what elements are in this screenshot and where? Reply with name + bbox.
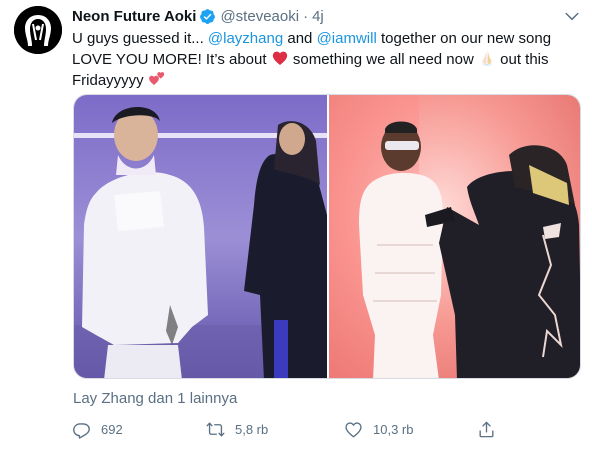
- liked-by-text[interactable]: Lay Zhang dan 1 lainnya: [73, 390, 237, 407]
- text-segment: Fridayyyyy: [72, 72, 148, 89]
- avatar-logo: [14, 6, 62, 54]
- reply-button[interactable]: 692: [72, 417, 123, 441]
- reply-count: 692: [101, 421, 123, 437]
- text-segment: something we all need now: [288, 51, 478, 68]
- text-segment: LOVE YOU MORE! It’s about: [72, 51, 271, 68]
- separator-dot: ·: [303, 7, 309, 25]
- text-segment: out this: [495, 51, 549, 68]
- timestamp[interactable]: 4j: [312, 8, 324, 25]
- text-segment: U guys guessed it...: [72, 30, 208, 47]
- avatar[interactable]: [14, 6, 62, 54]
- like-count: 10,3 rb: [373, 421, 414, 437]
- retweet-count: 5,8 rb: [235, 421, 269, 437]
- heart-icon: [345, 421, 362, 437]
- photo-right-image[interactable]: [329, 95, 581, 379]
- text-segment: together on our new song: [376, 30, 552, 47]
- share-button[interactable]: [477, 417, 506, 441]
- tweet-header: Neon Future Aoki @steveaoki · 4j: [72, 6, 324, 26]
- mention-iamwill[interactable]: @iamwill: [317, 30, 377, 47]
- tweet-text: U guys guessed it... @layzhang and @iamw…: [72, 28, 577, 91]
- action-bar: 692 5,8 rb 10,3 rb: [72, 417, 502, 441]
- display-name[interactable]: Neon Future Aoki: [72, 8, 196, 25]
- two-hearts-emoji-icon: [148, 72, 165, 85]
- tweet[interactable]: Neon Future Aoki @steveaoki · 4j U guys …: [0, 0, 592, 452]
- retweet-button[interactable]: 5,8 rb: [206, 417, 268, 441]
- mention-layzhang[interactable]: @layzhang: [208, 30, 283, 47]
- folded-hands-emoji-icon: [481, 51, 493, 66]
- heart-emoji-icon: [272, 51, 287, 65]
- handle[interactable]: @steveaoki: [220, 8, 299, 25]
- like-button[interactable]: 10,3 rb: [344, 417, 413, 441]
- retweet-icon: [206, 421, 225, 437]
- photo-left-image[interactable]: [74, 95, 327, 379]
- reply-icon: [73, 422, 90, 439]
- share-icon: [479, 421, 494, 437]
- text-segment: and: [283, 30, 317, 47]
- media-grid[interactable]: [73, 94, 581, 379]
- chevron-down-icon[interactable]: [562, 6, 582, 26]
- verified-badge-icon: [200, 8, 216, 24]
